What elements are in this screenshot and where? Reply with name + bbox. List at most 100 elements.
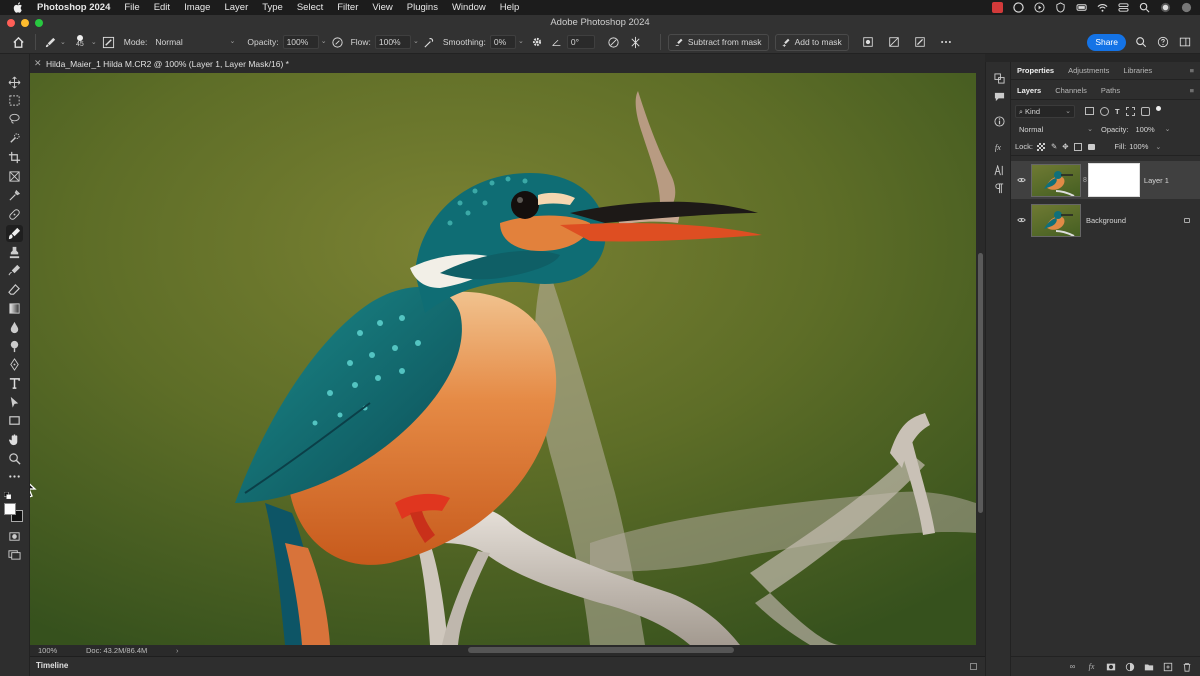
- healing-brush-tool-icon[interactable]: [6, 206, 23, 223]
- comments-icon[interactable]: [993, 90, 1005, 102]
- eraser-tool-icon[interactable]: [6, 281, 23, 298]
- fill-value[interactable]: 100%: [1129, 142, 1148, 151]
- add-mask-icon[interactable]: [1105, 661, 1116, 672]
- lasso-tool-icon[interactable]: [6, 110, 23, 127]
- gear-icon[interactable]: [530, 35, 544, 49]
- chevron-down-icon[interactable]: ⌄: [1155, 143, 1161, 151]
- brush-preset-icon[interactable]: [43, 35, 57, 49]
- lock-artboard-icon[interactable]: [1073, 142, 1082, 151]
- menu-type[interactable]: Type: [255, 2, 290, 13]
- layer-thumbnail[interactable]: [1031, 163, 1081, 197]
- filter-toggle-icon[interactable]: [1155, 106, 1161, 111]
- tab-paths[interactable]: Paths: [1101, 86, 1120, 95]
- maximize-window-button[interactable]: [35, 19, 43, 27]
- link-layers-icon[interactable]: ∞: [1067, 661, 1078, 672]
- adjustment-layer-icon[interactable]: [1124, 661, 1135, 672]
- menu-window[interactable]: Window: [445, 2, 493, 13]
- new-layer-icon[interactable]: [1162, 661, 1173, 672]
- panel-menu-icon[interactable]: ≡: [1190, 66, 1194, 75]
- filter-pixel-icon[interactable]: [1085, 107, 1094, 115]
- move-tool-icon[interactable]: [6, 74, 23, 91]
- actions-icon[interactable]: fx: [993, 140, 1005, 152]
- minimize-window-button[interactable]: [21, 19, 29, 27]
- panel-menu-icon[interactable]: ≡: [1190, 86, 1194, 95]
- pen-tool-icon[interactable]: [6, 356, 23, 373]
- foreground-color-swatch[interactable]: [4, 503, 16, 515]
- siri-icon[interactable]: [1160, 2, 1171, 13]
- mask-options-icon[interactable]: [861, 35, 875, 49]
- scroll-thumb[interactable]: [978, 253, 983, 513]
- path-selection-tool-icon[interactable]: [6, 394, 23, 411]
- crop-tool-icon[interactable]: [6, 149, 23, 166]
- menu-app-name[interactable]: Photoshop 2024: [30, 2, 117, 13]
- lock-transparent-icon[interactable]: [1036, 142, 1045, 151]
- default-colors-icon[interactable]: [3, 490, 12, 500]
- horizontal-scrollbar[interactable]: [468, 647, 734, 653]
- filter-shape-icon[interactable]: [1125, 106, 1135, 116]
- shield-icon[interactable]: [1055, 2, 1066, 13]
- help-icon[interactable]: [1156, 35, 1170, 49]
- menu-layer[interactable]: Layer: [217, 2, 255, 13]
- menu-help[interactable]: Help: [493, 2, 527, 13]
- history-icon[interactable]: [993, 72, 1005, 84]
- pressure-opacity-icon[interactable]: [331, 35, 345, 49]
- clone-stamp-tool-icon[interactable]: [6, 244, 23, 261]
- document-canvas[interactable]: [30, 73, 976, 645]
- chevron-down-icon[interactable]: ⌄: [91, 38, 97, 46]
- paragraph-icon[interactable]: [993, 182, 1005, 194]
- layer-style-icon[interactable]: fx: [1086, 661, 1097, 672]
- lock-all-icon[interactable]: [1087, 143, 1095, 150]
- vertical-scrollbar[interactable]: [976, 73, 985, 645]
- subtract-from-mask-button[interactable]: Subtract from mask: [667, 33, 769, 51]
- more-options-icon[interactable]: [939, 35, 953, 49]
- tab-properties[interactable]: Properties: [1017, 66, 1054, 75]
- opacity-field[interactable]: 100% ⌄: [282, 35, 327, 49]
- play-icon[interactable]: [1034, 2, 1045, 13]
- lock-pixels-icon[interactable]: ✎: [1051, 142, 1057, 151]
- brush-tool-icon[interactable]: [6, 225, 23, 242]
- quick-mask-icon[interactable]: [6, 528, 23, 545]
- blend-mode-select[interactable]: Normal ⌄: [1015, 123, 1097, 136]
- tab-adjustments[interactable]: Adjustments: [1068, 66, 1109, 75]
- creative-cloud-icon[interactable]: [1013, 2, 1024, 13]
- invert-mask-icon[interactable]: [887, 35, 901, 49]
- symmetry-icon[interactable]: [629, 35, 643, 49]
- screen-mode-icon[interactable]: [6, 546, 23, 563]
- layer-opacity-field[interactable]: 100% ⌄: [1132, 123, 1171, 136]
- eyedropper-tool-icon[interactable]: [6, 187, 23, 204]
- info-icon[interactable]: [993, 115, 1005, 127]
- gradient-tool-icon[interactable]: [6, 300, 23, 317]
- share-button[interactable]: Share: [1087, 33, 1126, 51]
- menu-edit[interactable]: Edit: [147, 2, 177, 13]
- menu-image[interactable]: Image: [177, 2, 217, 13]
- close-window-button[interactable]: [7, 19, 15, 27]
- tab-layers[interactable]: Layers: [1017, 86, 1041, 95]
- hand-tool-icon[interactable]: [6, 431, 23, 448]
- record-icon[interactable]: [992, 2, 1003, 13]
- layer-mask-thumbnail[interactable]: [1087, 163, 1140, 197]
- user-icon[interactable]: [1181, 2, 1192, 13]
- history-brush-tool-icon[interactable]: [6, 262, 23, 279]
- layer-row-layer-1[interactable]: 8 Layer 1: [1011, 161, 1200, 199]
- filter-smart-object-icon[interactable]: [1140, 106, 1150, 116]
- visibility-eye-icon[interactable]: [1011, 216, 1031, 225]
- filter-adjustment-icon[interactable]: [1100, 106, 1109, 116]
- search-icon[interactable]: [1134, 35, 1148, 49]
- battery-icon[interactable]: [1076, 2, 1087, 13]
- brush-settings-icon[interactable]: [102, 35, 116, 49]
- zoom-readout[interactable]: 100%: [38, 646, 86, 655]
- menu-filter[interactable]: Filter: [330, 2, 365, 13]
- chevron-down-icon[interactable]: ⌄: [60, 38, 66, 46]
- menu-file[interactable]: File: [117, 2, 146, 13]
- blur-tool-icon[interactable]: [6, 319, 23, 336]
- angle-field[interactable]: 0°: [566, 35, 595, 49]
- layer-row-background[interactable]: Background: [1011, 201, 1200, 239]
- marquee-tool-icon[interactable]: [6, 92, 23, 109]
- object-selection-tool-icon[interactable]: [6, 130, 23, 147]
- airbrush-icon[interactable]: [423, 35, 437, 49]
- refine-mask-icon[interactable]: [913, 35, 927, 49]
- search-icon[interactable]: [1139, 2, 1150, 13]
- menu-select[interactable]: Select: [290, 2, 330, 13]
- brush-size-picker[interactable]: 45: [72, 35, 88, 49]
- tab-channels[interactable]: Channels: [1055, 86, 1087, 95]
